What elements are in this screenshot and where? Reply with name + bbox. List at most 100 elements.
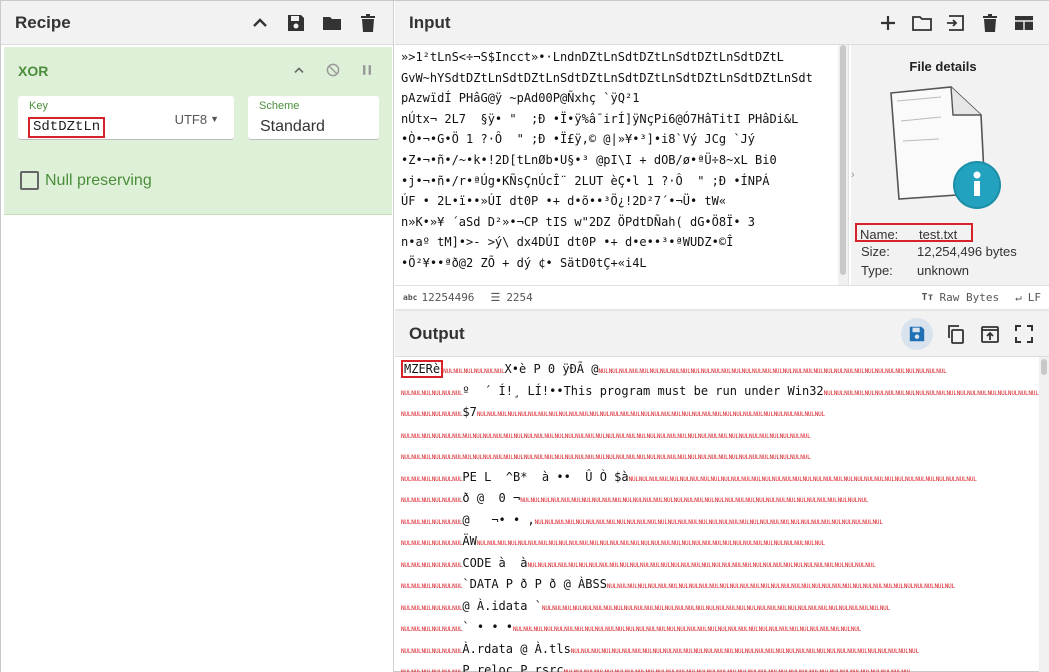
input-line: •j•¬•ñ•/r•ªÚg•KÑsÇnÚcÎ¨ 2LUT èÇ•l 1 ?·Ô … [401, 173, 770, 188]
control-chars: NULNULNULNULNULNUL [401, 604, 463, 612]
scheme-select[interactable]: Standard [260, 118, 325, 136]
eol-value[interactable]: LF [1028, 291, 1041, 304]
output-line: NULNULNULNULNULNUL@ ¬• • ,NULNULNULNULNU… [401, 511, 1039, 533]
encoding-dropdown[interactable]: UTF8 ▼ [175, 112, 219, 127]
control-chars: NULNULNULNULNULNUL [443, 368, 505, 375]
eol-icon[interactable]: ↵ [1015, 291, 1022, 304]
output-line: NULNULNULNULNULNULP.reloc P.rsrcNULNULNU… [401, 661, 1039, 672]
collapse-details-icon[interactable]: › [851, 169, 859, 187]
input-line: ÚF • 2L•ï••»ÚI dt0P •+ d•õ••³Ö¿!2D²7´•¬Ü… [401, 194, 727, 209]
control-chars: NULNULNULNULNULNUL [401, 389, 463, 397]
output-line: MZERè NULNULNULNULNULNULX•è P 0 ÿÐÃ @NULN… [401, 360, 1039, 382]
key-input[interactable]: SdtDZtLn [28, 117, 106, 138]
disable-icon[interactable] [322, 59, 344, 81]
output-line-text: ð @ 0 ¬ [462, 491, 521, 505]
null-preserving-row[interactable]: Null preserving [20, 171, 152, 190]
control-chars: NULNULNULNULNULNUL [401, 454, 463, 461]
output-line-text: $7 [462, 405, 477, 419]
operation-name: XOR [18, 63, 49, 79]
plus-icon[interactable] [877, 12, 899, 34]
input-scrollbar[interactable] [838, 45, 848, 285]
key-field[interactable]: Key SdtDZtLn UTF8 ▼ [18, 96, 234, 140]
output-line: NULNULNULNULNULNULNULNULNULNULNULNULNULN… [401, 446, 1039, 468]
control-chars: NULNULNULNULNULNUL [401, 497, 463, 504]
input-textarea[interactable]: »>1²tLnS<÷¬S$Incct»•·LndnDZtLnSdtDZtLnSd… [395, 45, 849, 285]
file-type-label: Type: [861, 263, 893, 278]
xor-operation[interactable]: XOR Key SdtDZtLn UTF8 ▼ Scheme Standard … [4, 47, 392, 215]
input-line: »>1²tLnS<÷¬S$Incct»•·LndnDZtLnSdtDZtLnSd… [401, 50, 784, 64]
recipe-panel: Recipe XOR Key SdtDZtLn UTF8 ▼ Scheme St… [1, 1, 394, 672]
control-chars: NULNULNULNULNULNUL [401, 518, 463, 526]
save-output-button[interactable] [901, 317, 933, 350]
output-line-text: @ ¬• • , [462, 512, 535, 527]
replace-input-icon[interactable] [979, 323, 1001, 345]
control-chars: NULNULNULNULNULNUL [401, 561, 463, 569]
control-chars: NULNULNULNULNULNULNULNULNULNULNULNULNULN… [462, 454, 811, 461]
open-folder-icon[interactable] [911, 12, 933, 34]
clear-input-icon[interactable] [979, 12, 1001, 34]
file-name-row: Name: test.txt [855, 223, 973, 242]
recipe-header: Recipe [1, 1, 393, 45]
output-header: Output [395, 311, 1049, 357]
null-preserving-checkbox[interactable] [20, 171, 39, 190]
output-textarea[interactable]: MZERè NULNULNULNULNULNULX•è P 0 ÿÐÃ @NULN… [395, 357, 1039, 672]
trash-icon[interactable] [357, 12, 379, 34]
control-chars: NULNULNULNULNULNULNULNULNULNULNULNULNULN… [476, 540, 825, 547]
file-details-title: File details [909, 59, 977, 74]
output-line: NULNULNULNULNULNULº ´ Í!¸ LÍ!••This prog… [401, 382, 1039, 404]
output-line: NULNULNULNULNULNUL$7NULNULNULNULNULNULNU… [401, 403, 1039, 425]
output-line: NULNULNULNULNULNULPE L ^B* à •• Û Ò $àNU… [401, 468, 1039, 490]
input-text: »>1²tLnS<÷¬S$Incct»•·LndnDZtLnSdtDZtLnSd… [395, 45, 848, 274]
copy-icon[interactable] [945, 323, 967, 345]
null-preserving-label: Null preserving [45, 171, 152, 189]
char-count: 12254496 [421, 291, 475, 304]
output-line: NULNULNULNULNULNULÄWNULNULNULNULNULNULNU… [401, 532, 1039, 554]
save-icon[interactable] [285, 12, 307, 34]
chevron-up-icon[interactable] [249, 12, 271, 34]
raw-bytes-button[interactable]: Raw Bytes [940, 291, 1000, 304]
encoding-value: UTF8 [174, 112, 208, 127]
output-scroll-thumb[interactable] [1041, 359, 1047, 375]
layout-icon[interactable] [1013, 12, 1035, 34]
output-line-text: PE L ^B* à •• Û Ò $à [462, 469, 629, 484]
control-chars: NULNULNULNULNULNULNULNULNULNULNULNULNULN… [598, 368, 947, 375]
file-size-label: Size: [861, 244, 890, 259]
control-chars: NULNULNULNULNULNULNULNULNULNULNULNULNULN… [628, 475, 977, 483]
output-scrollbar[interactable] [1039, 357, 1049, 672]
cyberchef-window: Recipe XOR Key SdtDZtLn UTF8 ▼ Scheme St… [0, 0, 1049, 672]
import-icon[interactable] [945, 12, 967, 34]
mz-header-highlight: MZERè [401, 360, 444, 378]
output-line: NULNULNULNULNULNUL` • • •NULNULNULNULNUL… [401, 618, 1039, 640]
control-chars: NULNULNULNULNULNUL [401, 432, 463, 440]
pause-icon[interactable] [356, 59, 378, 81]
control-chars: NULNULNULNULNULNULNULNULNULNULNULNULNULN… [513, 626, 862, 633]
control-chars: NULNULNULNULNULNUL [401, 411, 463, 418]
input-scroll-thumb[interactable] [840, 45, 846, 275]
file-type-value: unknown [917, 263, 970, 278]
file-info-icon [890, 86, 1001, 209]
control-chars: NULNULNULNULNULNUL [401, 540, 463, 547]
control-chars: NULNULNULNULNULNUL [401, 626, 463, 633]
input-line: n»K•»¥ ´aSd D²»•¬CP tIS w"2DZ ÖPdtDÑah( … [401, 214, 756, 229]
output-line: NULNULNULNULNULNULNULNULNULNULNULNULNULN… [401, 425, 1039, 447]
control-chars: NULNULNULNULNULNUL [401, 647, 463, 655]
control-chars: NULNULNULNULNULNULNULNULNULNULNULNULNULN… [520, 497, 869, 504]
input-line: •Z•¬•ñ•/~•k•!2D[tLnØb•U§•³ @pI\I + dOB/ø… [401, 152, 777, 167]
line-count: 2254 [506, 291, 533, 304]
scheme-field[interactable]: Scheme Standard [248, 96, 379, 140]
input-line: GvW~hYSdtDZtLnSdtDZtLnSdtDZtLnSdtDZtLnSd… [401, 70, 813, 85]
collapse-chevron-icon[interactable] [288, 59, 310, 81]
maximize-icon[interactable] [1013, 323, 1035, 345]
output-line-text: P.reloc P.rsrc [462, 663, 564, 672]
text-format-icon: Tт [921, 292, 934, 303]
output-line-text: `DATA P ð P ð @ ÀBSS [462, 577, 607, 591]
control-chars: NULNULNULNULNULNULNULNULNULNULNULNULNULN… [606, 583, 955, 590]
output-panel: Output MZERè NULNULNULNULNULNULX•è P 0 ÿÐ… [395, 311, 1049, 672]
folder-icon[interactable] [321, 12, 343, 34]
input-status-bar: abc 12254496 ☰ 2254 Tт Raw Bytes ↵ LF [395, 285, 1049, 309]
control-chars: NULNULNULNULNULNUL [401, 583, 463, 590]
file-name-value: test.txt [919, 227, 958, 242]
control-chars: NULNULNULNULNULNUL [401, 475, 463, 483]
file-name-label: Name: [860, 227, 899, 242]
input-header: Input [395, 1, 1049, 45]
